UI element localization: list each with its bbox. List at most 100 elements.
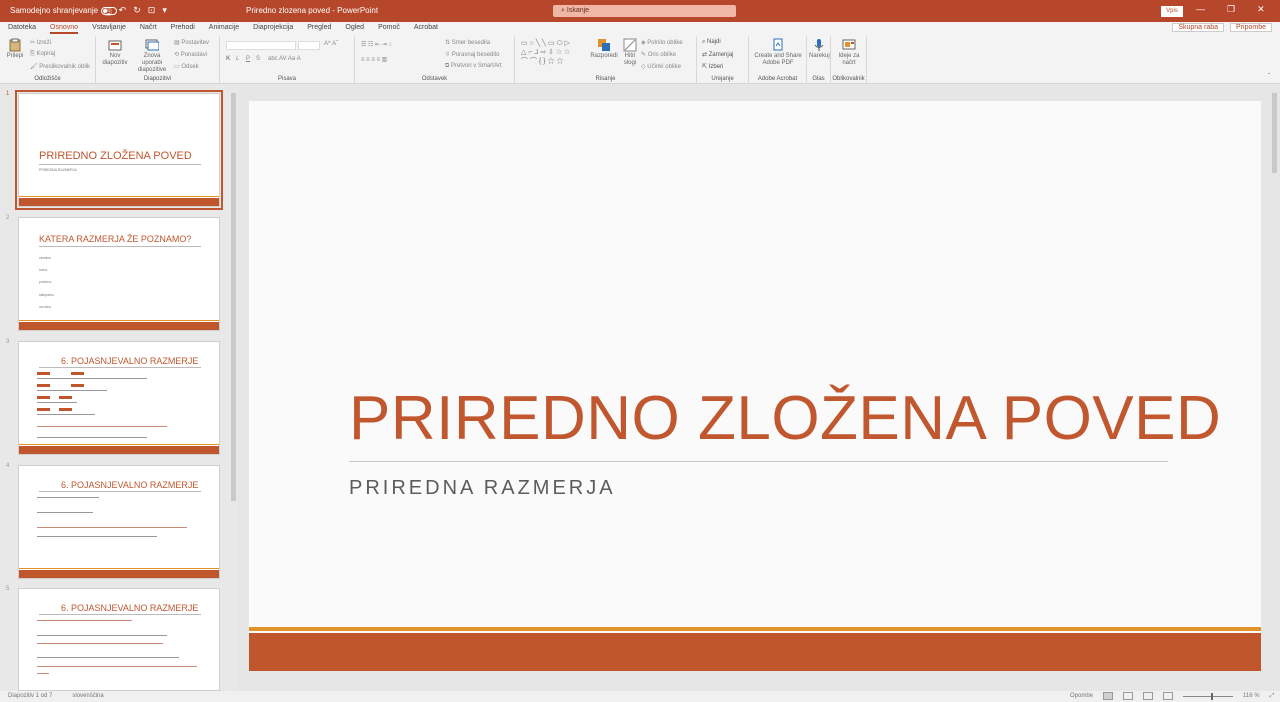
status-bar: Diapozitiv 1 od 7 slovenščina Opombe 116… [0, 691, 1280, 702]
thumb-footer-bar [19, 568, 219, 578]
fit-to-window-icon[interactable]: ⤢ [1270, 693, 1275, 700]
minimize-icon[interactable]: — [1196, 4, 1205, 15]
shape-effects-button[interactable]: ◇ Učinki oblike [641, 63, 681, 70]
arrange-button[interactable]: Razporedi [589, 38, 619, 60]
normal-view-icon[interactable] [1103, 692, 1114, 700]
align-icon[interactable]: ≡ ≡ ≡ ≡ ▥ [361, 56, 387, 63]
shadow-button[interactable]: S [256, 56, 260, 62]
redo-icon[interactable]: ↻ [133, 5, 141, 21]
present-icon[interactable]: ⊡ [148, 5, 156, 21]
slide-thumbnail-2[interactable]: KATERA RAZMERJA ŽE POZNAMO? vezalno ločn… [18, 217, 220, 331]
format-painter-button[interactable]: 🖌 Preslikovalnik oblik [30, 63, 90, 70]
save-icon[interactable]: 🖫 [104, 5, 112, 21]
slide-sorter-icon[interactable] [1123, 692, 1134, 700]
thumb-title: 6. POJASNJEVALNO RAZMERJE [61, 480, 199, 490]
notes-button[interactable]: Opombe [1070, 693, 1093, 699]
slide-number: 1 [6, 91, 10, 97]
tab-review[interactable]: Pregled [307, 24, 331, 34]
tab-home[interactable]: Osnovno [50, 24, 79, 34]
slide-subtitle[interactable]: PRIREDNA RAZMERJA [349, 477, 616, 500]
shape-fill-button[interactable]: ◈ Polnilo oblike [641, 39, 683, 46]
paste-button[interactable]: Prilepi [4, 38, 26, 60]
customize-qat-icon[interactable]: ▾ [162, 5, 167, 21]
slide-thumbnail-5[interactable]: 6. POJASNJEVALNO RAZMERJE [18, 588, 220, 691]
slide-title[interactable]: PRIREDNO ZLOŽENA POVED [349, 383, 1221, 454]
tab-transitions[interactable]: Prehodi [171, 24, 195, 34]
shape-outline-button[interactable]: ✎ Oris oblike [641, 51, 676, 58]
slideshow-icon[interactable] [1163, 692, 1174, 700]
reset-button[interactable]: ⟲ Ponastavi [174, 51, 207, 58]
language-indicator[interactable]: slovenščina [72, 693, 103, 699]
tab-design[interactable]: Načrt [140, 24, 157, 34]
thumb-highlight [59, 396, 72, 399]
smartart-button[interactable]: ⧉ Pretvori v SmartArt [445, 63, 502, 70]
comments-button[interactable]: Pripombe [1230, 23, 1272, 32]
zoom-slider[interactable] [1183, 692, 1234, 700]
tab-acrobat[interactable]: Acrobat [414, 24, 438, 34]
text-direction-button[interactable]: ⇅ Smer besedila [445, 39, 490, 46]
create-pdf-button[interactable]: Create and Share Adobe PDF [753, 38, 803, 67]
microphone-icon [814, 39, 824, 51]
editor-scrollbar[interactable] [1270, 85, 1280, 691]
slide-number: 2 [6, 215, 10, 221]
arrange-icon [598, 39, 610, 51]
tab-view[interactable]: Ogled [345, 24, 364, 34]
new-slide-button[interactable]: Nov diapozitiv [100, 38, 130, 67]
italic-button[interactable]: L [236, 56, 239, 62]
bold-button[interactable]: K [226, 56, 230, 62]
share-button[interactable]: Skupna raba [1172, 23, 1225, 32]
drawing-group: ▭ ○ ╲ ╲ ▭ ⬭ ▷ △ ⌐ ⅃ ⇨ ⇩ ☆ ☆ ⌒ ⌒ { } ☆ ☆ Ra… [515, 36, 697, 84]
copy-label: Kopiraj [36, 51, 56, 57]
font-extras-icon[interactable]: abc AV Aa A [268, 56, 301, 62]
thumb-highlight [37, 372, 50, 375]
reuse-slides-button[interactable]: Znova uporabi diapozitive [134, 38, 170, 74]
autosave-toggle[interactable]: Samodejno shranjevanje [10, 6, 118, 15]
grow-font-icon[interactable]: A^ Aˇ [324, 41, 338, 47]
align-text-button[interactable]: ⇳ Poravnaj besedilo [445, 51, 499, 58]
find-button[interactable]: ⌕ Najdi [702, 39, 721, 46]
font-size-select[interactable] [298, 41, 320, 50]
slide-thumbnail-1[interactable]: PRIREDNO ZLOŽENA POVED PRIREDNA RAZMERJA [15, 90, 223, 210]
tab-slideshow[interactable]: Diaprojekcija [253, 24, 293, 34]
scrollbar-thumb[interactable] [1272, 93, 1277, 173]
cut-label: Izreži [36, 40, 52, 46]
drawing-group-label: Risanje [595, 76, 616, 82]
acrobat-group: Create and Share Adobe PDF Adobe Acrobat [749, 36, 807, 84]
slide-thumbnail-3[interactable]: 6. POJASNJEVALNO RAZMERJE [18, 341, 220, 455]
title-rule [349, 461, 1168, 462]
tab-animations[interactable]: Animacije [209, 24, 239, 34]
signin-button[interactable]: Vpis [1161, 6, 1183, 17]
layout-button[interactable]: ▤ Postavitev [174, 39, 209, 46]
undo-icon[interactable]: ↶ [119, 5, 127, 21]
scrollbar-thumb[interactable] [231, 93, 236, 501]
reading-view-icon[interactable] [1143, 692, 1154, 700]
section-button[interactable]: ▭ Odsek [174, 63, 199, 70]
collapse-ribbon-icon[interactable]: ˆ [1268, 74, 1270, 80]
underline-button[interactable]: P [246, 56, 250, 62]
bullets-icon[interactable]: ☰ ☷ ⇤ ⇥ ↕ [361, 41, 391, 48]
thumb-text-line [37, 620, 132, 621]
search-box[interactable]: ⌕ Iskanje [553, 5, 736, 17]
dictate-button[interactable]: Narekuj [809, 38, 830, 60]
slide-thumbnail-4[interactable]: 6. POJASNJEVALNO RAZMERJE [18, 465, 220, 579]
ribbon: Prilepi ✂ Izreži ⎘ Kopiraj 🖌 Preslikoval… [0, 36, 1280, 84]
section-label: Odsek [181, 64, 199, 70]
font-name-select[interactable] [226, 41, 296, 50]
cut-button[interactable]: ✂ Izreži [30, 39, 51, 46]
maximize-icon[interactable]: ❐ [1227, 4, 1235, 15]
copy-button[interactable]: ⎘ Kopiraj [30, 51, 55, 58]
tab-insert[interactable]: Vstavljanje [92, 24, 126, 34]
tab-help[interactable]: Pomoč [378, 24, 400, 34]
select-button[interactable]: ⇱ Izberi [702, 63, 723, 70]
design-ideas-button[interactable]: Ideje za načrt [834, 38, 864, 67]
slide-canvas[interactable]: PRIREDNO ZLOŽENA POVED PRIREDNA RAZMERJA [249, 101, 1261, 671]
tab-file[interactable]: Datoteka [8, 24, 36, 34]
zoom-level[interactable]: 116 % [1243, 693, 1260, 699]
create-pdf-label: Create and Share Adobe PDF [754, 53, 802, 66]
thumbnail-scrollbar[interactable] [229, 85, 238, 691]
replace-button[interactable]: ⇄ Zamenjaj [702, 51, 733, 58]
shapes-gallery-icon[interactable]: ▭ ○ ╲ ╲ ▭ ⬭ ▷ △ ⌐ ⅃ ⇨ ⇩ ☆ ☆ ⌒ ⌒ { } ☆ ☆ [521, 39, 570, 66]
quick-styles-button[interactable]: Hitri slogi [621, 38, 639, 67]
thumb-rule [39, 491, 201, 492]
close-icon[interactable]: ✕ [1257, 4, 1265, 15]
